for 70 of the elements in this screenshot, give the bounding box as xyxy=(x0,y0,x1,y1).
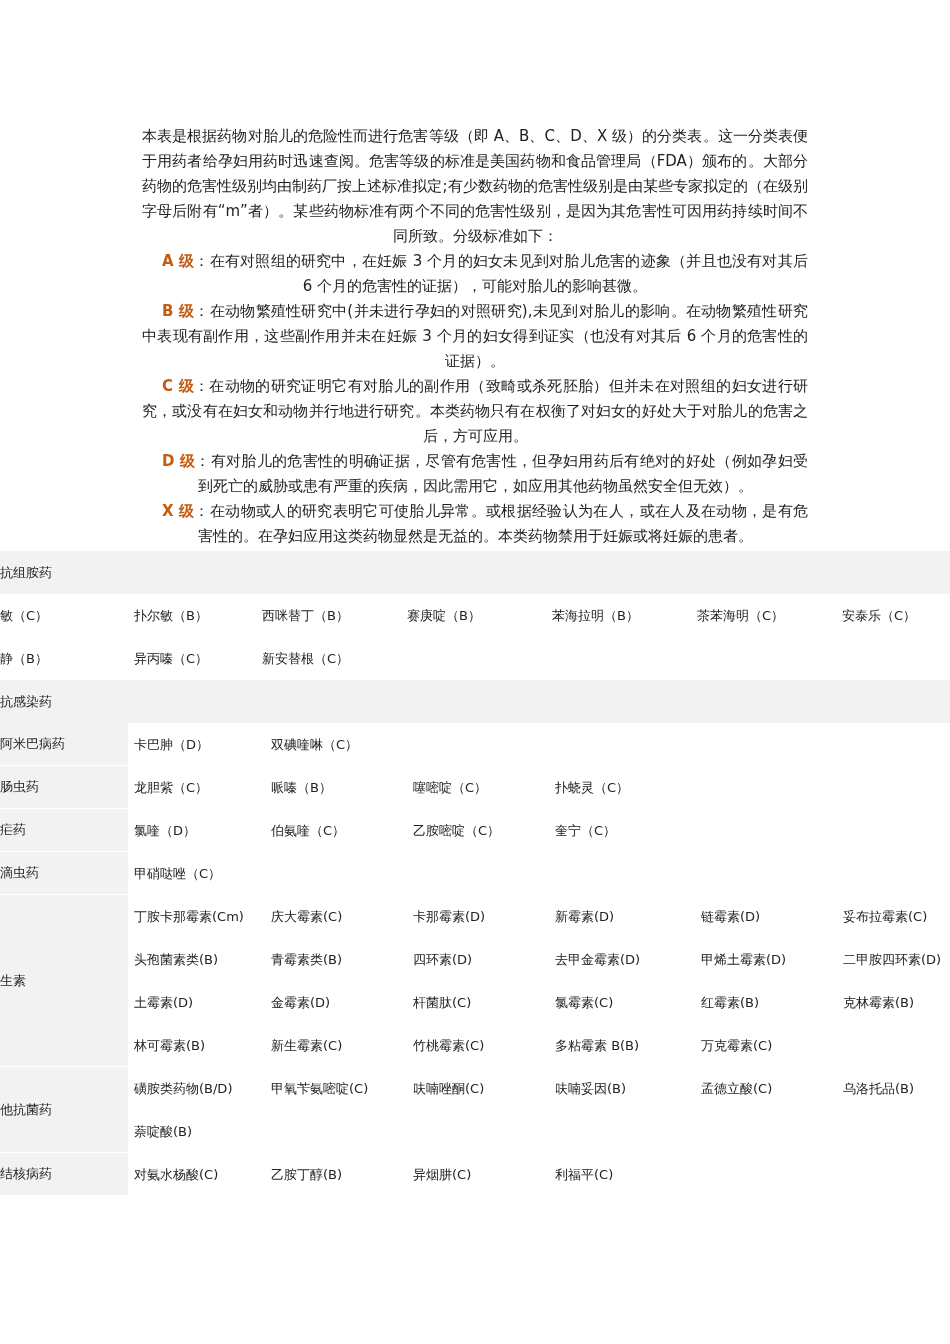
drug-name: 四环素(D) xyxy=(413,950,473,969)
group-label: 滴虫药 xyxy=(0,864,39,883)
drug-name: 敏（C） xyxy=(0,606,49,625)
drug-name: 苯海拉明（B） xyxy=(552,606,639,625)
drug-name: 对氨水杨酸(C) xyxy=(134,1165,219,1184)
drug-name: 氯霉素(C) xyxy=(555,993,614,1012)
drug-name: 扑尔敏（B） xyxy=(134,606,208,625)
drug-name: 甲硝哒唑（C） xyxy=(134,864,222,883)
drug-name: 乙胺嘧啶（C） xyxy=(413,821,501,840)
drug-name: 氯喹（D） xyxy=(134,821,196,840)
section-title: 抗组胺药 xyxy=(0,563,52,582)
drug-name: 乙胺丁醇(B) xyxy=(271,1165,343,1184)
drug-name: 双碘喹啉（C） xyxy=(271,735,359,754)
drug-name: 茶苯海明（C） xyxy=(697,606,785,625)
drug-name: 万克霉素(C) xyxy=(701,1036,773,1055)
drug-name: 噻嘧啶（C） xyxy=(413,778,488,797)
group-label: 肠虫药 xyxy=(0,778,39,797)
drug-name: 乌洛托品(B) xyxy=(843,1079,915,1098)
drug-name: 安泰乐（C） xyxy=(842,606,917,625)
grade-definition: B 级：在动物繁殖性研究中(并未进行孕妇的对照研究),未见到对胎儿的影响。在动物繁殖性研究中表现有副作用，这些副作用并未在妊娠 3 个月的妇女得到证实（也没有对其后 6 个月的危害性的证据）。 xyxy=(142,301,808,372)
drug-name: 林可霉素(B) xyxy=(134,1036,206,1055)
drug-name: 庆大霉素(C) xyxy=(271,907,343,926)
grade-definition: X 级：在动物或人的研究表明它可使胎儿异常。或根据经验认为在人，或在人及在动物，是有危害性的。在孕妇应用这类药物显然是无益的。本类药物禁用于妊娠或将妊娠的患者。 xyxy=(161,501,808,547)
drug-name: 西咪替丁（B） xyxy=(262,606,349,625)
drug-name: 伯氨喹（C） xyxy=(271,821,346,840)
drug-name: 赛庚啶（B） xyxy=(407,606,481,625)
drug-name: 磺胺类药物(B/D) xyxy=(134,1079,233,1098)
drug-name: 竹桃霉素(C) xyxy=(413,1036,485,1055)
grade-definition: C 级：在动物的研究证明它有对胎儿的副作用（致畸或杀死胚胎）但并未在对照组的妇女进行研究，或没有在妇女和动物并行地进行研究。本类药物只有在权衡了对妇女的好处大于对胎儿的危害之后，方可应用。 xyxy=(142,376,808,447)
drug-name: 利福平(C) xyxy=(555,1165,614,1184)
drug-name: 新霉素(D) xyxy=(555,907,615,926)
grade-definition: A 级：在有对照组的研究中，在妊娠 3 个月的妇女未见到对胎儿危害的迹象（并且也没有对其后 6 个月的危害性的证据），可能对胎儿的影响甚微。 xyxy=(161,251,808,297)
drug-name: 奎宁（C） xyxy=(555,821,617,840)
drug-name: 甲烯土霉素(D) xyxy=(701,950,787,969)
section-title: 抗感染药 xyxy=(0,692,52,711)
drug-name: 异丙嗪（C） xyxy=(134,649,209,668)
drug-name: 青霉素类(B) xyxy=(271,950,343,969)
drug-name: 新生霉素(C) xyxy=(271,1036,343,1055)
drug-name: 孟德立酸(C) xyxy=(701,1079,773,1098)
drug-name: 呋喃唑酮(C) xyxy=(413,1079,485,1098)
drug-name: 红霉素(B) xyxy=(701,993,760,1012)
drug-name: 土霉素(D) xyxy=(134,993,194,1012)
drug-name: 丁胺卡那霉素(Cm) xyxy=(134,907,244,926)
drug-name: 多粘霉素 B(B) xyxy=(555,1036,640,1055)
drug-name: 链霉素(D) xyxy=(701,907,761,926)
drug-name: 去甲金霉素(D) xyxy=(555,950,641,969)
intro-paragraph: 本表是根据药物对胎儿的危险性而进行危害等级（即 A、B、C、D、X 级）的分类表。这一分类表便于用药者给孕妇用药时迅速查阅。危害等级的标准是美国药物和食品管理局（FDA）颁布的。大部分药物的危害性级别均由制药厂按上述标准拟定;有少数药物的危害性级别是由某些专家拟定的（在级别字母后附有“m”者）。某些药物标准有两个不同的危害性级别，是因为其危害性可因用药持续时间不同所致。分级标准如下： xyxy=(142,126,808,247)
group-label: 他抗菌药 xyxy=(0,1100,52,1119)
drug-name: 龙胆紫（C） xyxy=(134,778,209,797)
drug-name: 二甲胺四环素(D) xyxy=(843,950,942,969)
drug-name: 静（B） xyxy=(0,649,48,668)
drug-name: 扑蛲灵（C） xyxy=(555,778,630,797)
group-label: 结核病药 xyxy=(0,1165,52,1184)
drug-name: 克林霉素(B) xyxy=(843,993,915,1012)
drug-name: 妥布拉霉素(C) xyxy=(843,907,928,926)
drug-name: 卡巴胂（D） xyxy=(134,735,209,754)
drug-name: 异烟肼(C) xyxy=(413,1165,472,1184)
drug-name: 甲氧苄氨嘧啶(C) xyxy=(271,1079,369,1098)
drug-name: 呋喃妥因(B) xyxy=(555,1079,627,1098)
group-label: 疟药 xyxy=(0,821,26,840)
grade-definition: D 级：有对胎儿的危害性的明确证据，尽管有危害性，但孕妇用药后有绝对的好处（例如孕妇受到死亡的威胁或患有严重的疾病，因此需用它，如应用其他药物虽然安全但无效）。 xyxy=(161,451,808,497)
drug-name: 头孢菌素类(B) xyxy=(134,950,219,969)
group-label: 阿米巴病药 xyxy=(0,735,65,754)
group-label: 生素 xyxy=(0,971,26,990)
drug-name: 卡那霉素(D) xyxy=(413,907,486,926)
drug-name: 杆菌肽(C) xyxy=(413,993,472,1012)
drug-name: 新安替根（C） xyxy=(262,649,350,668)
drug-name: 金霉素(D) xyxy=(271,993,331,1012)
drug-name: 哌嗪（B） xyxy=(271,778,332,797)
drug-name: 萘啶酸(B) xyxy=(134,1122,193,1141)
